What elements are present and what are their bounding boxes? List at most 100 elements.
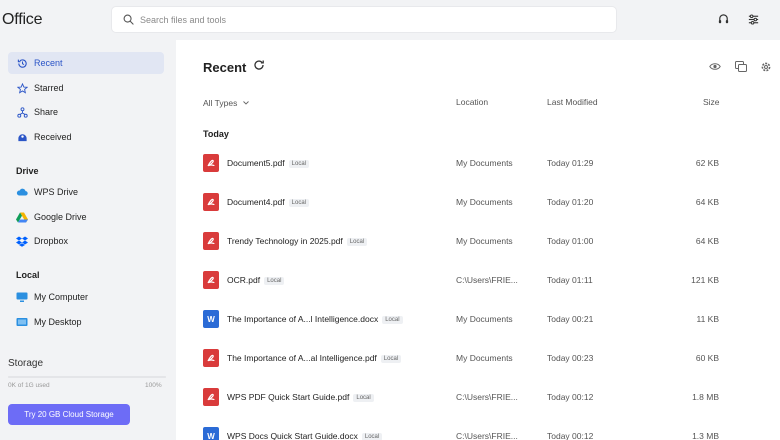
try-cloud-storage-button[interactable]: Try 20 GB Cloud Storage: [8, 404, 130, 425]
file-location: My Documents: [456, 197, 513, 207]
app-title: Office: [2, 11, 43, 28]
file-row[interactable]: W WPS Docs Quick Start Guide.docx Local C:\…: [176, 417, 780, 440]
sidebar-item-label: Starred: [34, 83, 64, 93]
sidebar-item-label: WPS Drive: [34, 187, 79, 197]
word-file-icon: W: [203, 310, 219, 328]
file-modified: Today 01:00: [547, 236, 594, 246]
file-name-cell: WPS Docs Quick Start Guide.docx Local: [227, 431, 383, 440]
file-size: 64 KB: [695, 236, 719, 246]
group-label-today: Today: [203, 129, 229, 139]
file-size: 1.3 MB: [692, 431, 719, 440]
pdf-file-icon: [203, 349, 219, 367]
storage-used-text: 0K of 1G used: [8, 382, 50, 389]
chevron-down-icon: [242, 97, 249, 107]
search-input[interactable]: [140, 14, 580, 25]
file-name-cell: OCR.pdf Local: [227, 275, 285, 285]
type-filter-dropdown[interactable]: All Types: [203, 97, 249, 108]
file-name: The Importance of A...al Intelligence.pd…: [227, 353, 377, 363]
pdf-file-icon: [203, 193, 219, 211]
local-tag: Local: [264, 277, 285, 285]
sidebar-item-recent[interactable]: Recent: [8, 52, 164, 74]
file-row[interactable]: W The Importance of A...l Intelligence.do…: [176, 300, 780, 339]
column-header-last-modified[interactable]: Last Modified: [547, 97, 598, 107]
file-size: 62 KB: [695, 158, 719, 168]
recent-icon: [16, 57, 28, 69]
sidebar-item-label: Received: [34, 132, 72, 142]
file-location: C:\Users\FRIE...: [456, 431, 518, 440]
file-name-cell: The Importance of A...al Intelligence.pd…: [227, 353, 402, 363]
file-location: C:\Users\FRIE...: [456, 392, 518, 402]
file-name: Document4.pdf: [227, 197, 285, 207]
file-name: The Importance of A...l Intelligence.doc…: [227, 314, 379, 324]
share-icon: [16, 106, 28, 118]
file-name-cell: Document5.pdf Local: [227, 158, 309, 168]
file-size: 11 KB: [696, 314, 719, 324]
sidebar-item-google-drive[interactable]: Google Drive: [8, 206, 164, 228]
eye-icon[interactable]: [708, 60, 721, 73]
storage-progress-bar: [8, 376, 166, 378]
type-filter-label: All Types: [203, 98, 238, 108]
star-icon: [16, 82, 28, 94]
search-icon: [123, 14, 134, 25]
column-header-size[interactable]: Size: [703, 97, 720, 107]
file-row[interactable]: OCR.pdf Local C:\Users\FRIE... Today 01:11 1…: [176, 261, 780, 300]
file-row[interactable]: Document5.pdf Local My Documents Today 01:2…: [176, 144, 780, 183]
received-icon: [16, 131, 28, 143]
file-name: WPS PDF Quick Start Guide.pdf: [227, 392, 350, 402]
sidebar-item-my-computer[interactable]: My Computer: [8, 286, 164, 308]
local-tag: Local: [288, 160, 309, 168]
sidebar-item-my-desktop[interactable]: My Desktop: [8, 311, 164, 333]
headset-icon[interactable]: [715, 11, 731, 27]
sidebar-item-label: Share: [34, 107, 59, 117]
file-location: My Documents: [456, 158, 513, 168]
file-modified: Today 00:12: [547, 392, 594, 402]
file-name: OCR.pdf: [227, 275, 261, 285]
sidebar-item-label: My Desktop: [34, 317, 82, 327]
pdf-file-icon: [203, 154, 219, 172]
sidebar: Recent Starred Share Received Drive WPS …: [0, 40, 176, 440]
file-size: 121 KB: [691, 275, 719, 285]
desktop-icon: [16, 316, 28, 328]
cloud-icon: [16, 186, 28, 198]
local-section-title: Local: [16, 270, 40, 280]
local-tag: Local: [361, 433, 383, 440]
sidebar-item-wps-drive[interactable]: WPS Drive: [8, 181, 164, 203]
file-row[interactable]: WPS PDF Quick Start Guide.pdf Local C:\Use…: [176, 378, 780, 417]
google-drive-icon: [16, 211, 28, 223]
computer-icon: [16, 291, 28, 303]
sidebar-item-label: Dropbox: [34, 236, 69, 246]
local-tag: Local: [346, 238, 368, 246]
local-tag: Local: [353, 394, 374, 402]
local-tag: Local: [382, 316, 403, 324]
file-modified: Today 01:20: [547, 197, 594, 207]
sidebar-item-received[interactable]: Received: [8, 126, 164, 148]
word-file-icon: W: [203, 427, 219, 440]
file-row[interactable]: Document4.pdf Local My Documents Today 01:2…: [176, 183, 780, 222]
file-modified: Today 00:23: [547, 353, 594, 363]
main-panel: Recent All Types Location Last Modified …: [176, 40, 780, 440]
file-size: 1.8 MB: [692, 392, 719, 402]
column-header-location[interactable]: Location: [456, 97, 488, 107]
sidebar-item-dropbox[interactable]: Dropbox: [8, 230, 164, 252]
multi-window-icon[interactable]: [734, 60, 747, 73]
file-modified: Today 00:21: [547, 314, 594, 324]
pdf-file-icon: [203, 388, 219, 406]
file-size: 60 KB: [695, 353, 719, 363]
pdf-file-icon: [203, 232, 219, 250]
sidebar-item-starred[interactable]: Starred: [8, 77, 164, 99]
refresh-icon[interactable]: [253, 59, 266, 72]
file-row[interactable]: The Importance of A...al Intelligence.pd…: [176, 339, 780, 378]
gear-icon[interactable]: [759, 60, 772, 73]
file-location: My Documents: [456, 236, 513, 246]
file-location: My Documents: [456, 353, 513, 363]
file-name-cell: Trendy Technology in 2025.pdf Local: [227, 236, 368, 246]
file-size: 64 KB: [695, 197, 719, 207]
search-box[interactable]: [111, 6, 617, 33]
drive-section-title: Drive: [16, 166, 39, 176]
sidebar-item-share[interactable]: Share: [8, 101, 164, 123]
file-modified: Today 00:12: [547, 431, 594, 440]
local-tag: Local: [380, 355, 402, 363]
local-tag: Local: [288, 199, 309, 207]
settings-sliders-icon[interactable]: [745, 11, 761, 27]
file-row[interactable]: Trendy Technology in 2025.pdf Local My Doc…: [176, 222, 780, 261]
